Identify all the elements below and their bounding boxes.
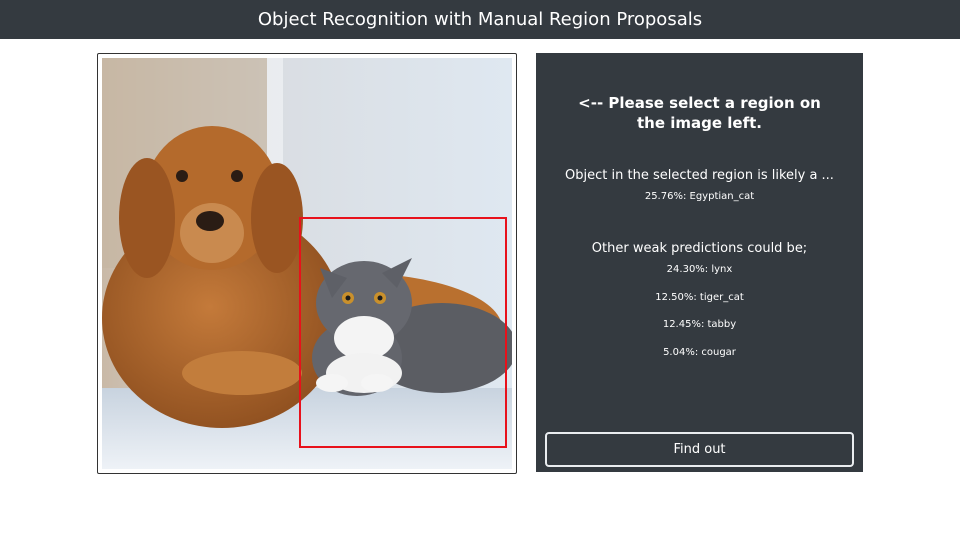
app-header: Object Recognition with Manual Region Pr… [0,0,960,39]
weak-prediction-item: 24.30%: lynx [666,264,733,275]
region-selection-box[interactable] [299,217,507,448]
select-region-prompt: <-- Please select a region on the image … [578,94,821,132]
find-out-button[interactable]: Find out [545,432,854,467]
likely-object-heading: Object in the selected region is likely … [565,168,834,183]
top-prediction: 25.76%: Egyptian_cat [644,191,755,202]
page-title: Object Recognition with Manual Region Pr… [257,9,703,30]
weak-predictions-heading: Other weak predictions could be; [591,241,808,256]
weak-prediction-item: 12.50%: tiger_cat [655,291,744,303]
weak-predictions-list: 24.30%: lynx 12.50%: tiger_cat 12.45%: t… [536,263,863,373]
prediction-panel: <-- Please select a region on the image … [536,53,863,472]
weak-prediction-item: 5.04%: cougar [663,346,736,358]
weak-prediction-item: 12.45%: tabby [662,319,737,330]
image-canvas[interactable] [97,53,517,474]
